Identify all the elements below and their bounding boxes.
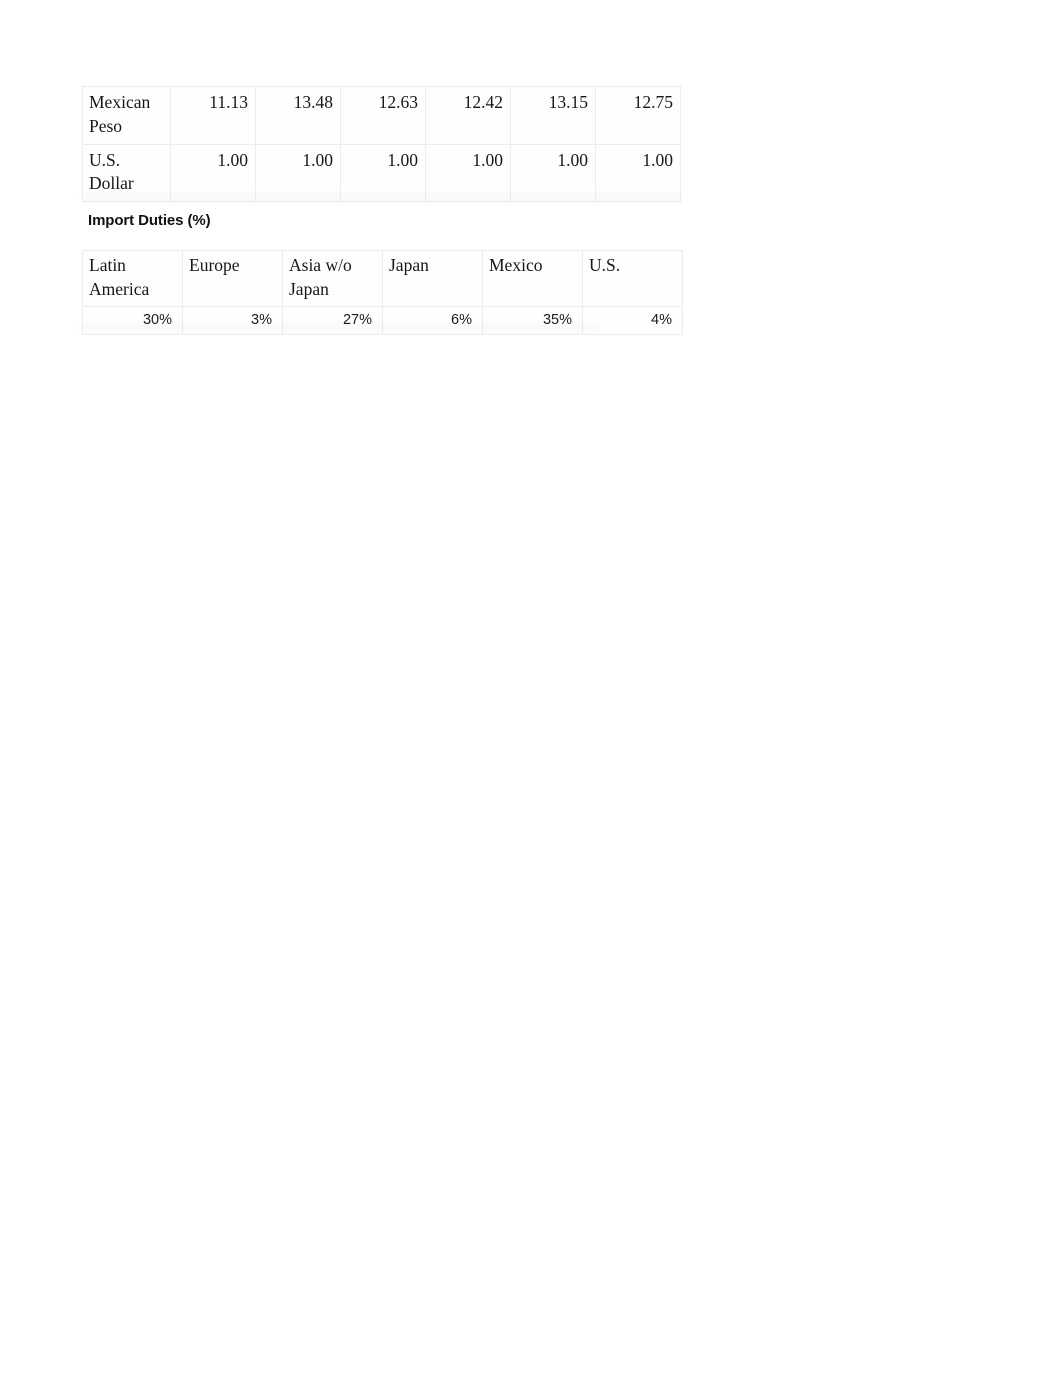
- duty-value-cell: 3%: [182, 305, 283, 336]
- duty-value-cell: 27%: [282, 305, 383, 336]
- rate-cell: 1.00: [170, 143, 256, 203]
- import-duties-heading: Import Duties (%): [88, 212, 211, 229]
- rate-cell: 13.48: [255, 86, 341, 145]
- rate-cell: 1.00: [255, 143, 341, 203]
- column-header-europe: Europe: [182, 250, 283, 307]
- column-header-japan: Japan: [382, 250, 483, 307]
- table-row: U.S. Dollar 1.00 1.00 1.00 1.00 1.00 1.0…: [82, 143, 681, 203]
- table-header-row: Latin America Europe Asia w/o Japan Japa…: [82, 250, 683, 307]
- currency-label-mexican-peso: Mexican Peso: [82, 86, 171, 145]
- import-duties-table: Latin America Europe Asia w/o Japan Japa…: [82, 250, 683, 336]
- rate-cell: 12.75: [595, 86, 681, 145]
- column-header-us: U.S.: [582, 250, 683, 307]
- duty-value-cell: 35%: [482, 305, 583, 336]
- duty-value-cell: 4%: [582, 305, 683, 336]
- rate-cell: 1.00: [595, 143, 681, 203]
- rate-cell: 12.63: [340, 86, 426, 145]
- document-page: Mexican Peso 11.13 13.48 12.63 12.42 13.…: [0, 0, 1062, 1376]
- duty-value-cell: 6%: [382, 305, 483, 336]
- column-header-latin-america: Latin America: [82, 250, 183, 307]
- rate-cell: 12.42: [425, 86, 511, 145]
- rate-cell: 1.00: [425, 143, 511, 203]
- column-header-mexico: Mexico: [482, 250, 583, 307]
- rate-cell: 1.00: [340, 143, 426, 203]
- column-header-asia-wo-japan: Asia w/o Japan: [282, 250, 383, 307]
- rate-cell: 11.13: [170, 86, 256, 145]
- rate-cell: 13.15: [510, 86, 596, 145]
- duty-value-cell: 30%: [82, 305, 183, 336]
- currency-label-us-dollar: U.S. Dollar: [82, 143, 171, 203]
- table-row: Mexican Peso 11.13 13.48 12.63 12.42 13.…: [82, 86, 681, 145]
- rate-cell: 1.00: [510, 143, 596, 203]
- table-row: 30% 3% 27% 6% 35% 4%: [82, 305, 683, 336]
- exchange-rate-table: Mexican Peso 11.13 13.48 12.63 12.42 13.…: [82, 86, 681, 203]
